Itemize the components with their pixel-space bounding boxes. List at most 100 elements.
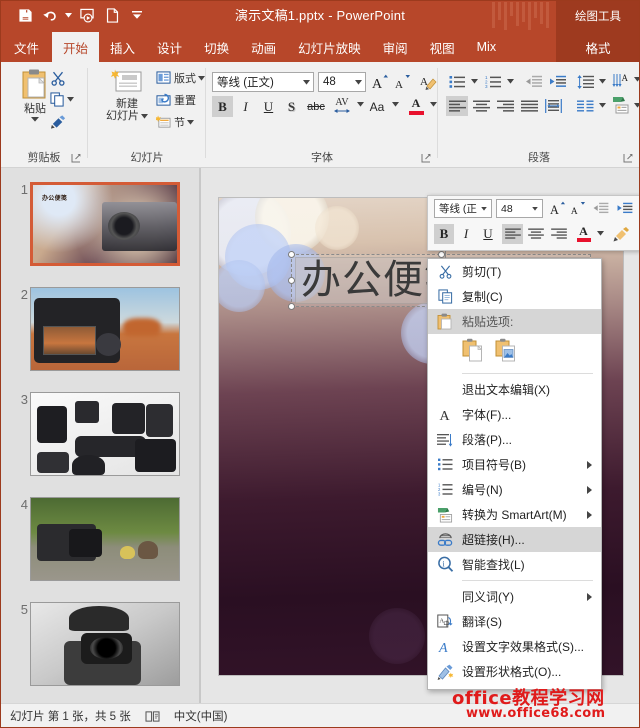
justify-button[interactable] xyxy=(518,96,540,116)
bullets-button[interactable] xyxy=(446,72,468,92)
clear-formatting-button[interactable]: A xyxy=(418,72,438,92)
line-spacing-dropdown-icon[interactable] xyxy=(599,79,606,84)
mini-increase-font-size-button[interactable]: A xyxy=(548,199,567,218)
strikethrough-button[interactable]: abc xyxy=(304,96,328,117)
tab-insert[interactable]: 插入 xyxy=(99,32,146,62)
menu-item-exit-text-edit[interactable]: 退出文本编辑(X) xyxy=(428,377,601,402)
copy-dropdown-icon[interactable] xyxy=(67,97,74,102)
paragraph-dialog-launcher[interactable] xyxy=(623,153,634,164)
bullets-dropdown-icon[interactable] xyxy=(471,79,478,84)
section-dropdown-icon[interactable] xyxy=(187,119,194,125)
mini-font-color-button[interactable]: A xyxy=(574,223,593,244)
columns-button[interactable] xyxy=(574,96,596,116)
tab-mix[interactable]: Mix xyxy=(466,32,507,62)
mini-format-painter-button[interactable] xyxy=(610,224,632,244)
resize-handle-n[interactable] xyxy=(438,251,445,258)
slide-thumbnail-3[interactable] xyxy=(30,392,180,476)
mini-underline-button[interactable]: U xyxy=(478,224,498,244)
new-slide-dropdown-icon[interactable] xyxy=(141,113,148,119)
text-direction-dropdown-icon[interactable] xyxy=(634,77,640,82)
align-right-button[interactable] xyxy=(494,96,516,116)
text-direction-button[interactable]: A xyxy=(610,70,632,90)
font-color-button[interactable]: A xyxy=(406,94,426,117)
mini-bold-button[interactable]: B xyxy=(434,224,454,244)
menu-item-format-text-effects[interactable]: A 设置文字效果格式(S)... xyxy=(428,634,601,659)
tab-slideshow[interactable]: 幻灯片放映 xyxy=(287,32,372,62)
mini-decrease-indent-button[interactable] xyxy=(590,199,611,218)
customize-quick-access-toolbar-icon[interactable] xyxy=(126,3,148,27)
undo-dropdown-icon[interactable] xyxy=(64,3,73,27)
resize-handle-nw[interactable] xyxy=(288,251,295,258)
text-shadow-button[interactable]: S xyxy=(281,96,302,117)
menu-item-format-shape[interactable]: 设置形状格式(O)... xyxy=(428,659,601,684)
numbering-button[interactable]: 1 2 3 xyxy=(482,72,504,92)
menu-item-synonyms[interactable]: 同义词(Y) xyxy=(428,584,601,609)
line-spacing-button[interactable] xyxy=(574,72,596,92)
smartart-dropdown-icon[interactable] xyxy=(634,103,640,108)
align-left-button[interactable] xyxy=(446,96,468,116)
clipboard-dialog-launcher[interactable] xyxy=(71,153,82,164)
tab-home[interactable]: 开始 xyxy=(52,32,100,62)
context-menu[interactable]: 剪切(T) 复制(C) 粘贴选项: 退出文本编辑(X) A 字体(F)... 段… xyxy=(427,258,602,690)
copy-button[interactable] xyxy=(50,92,74,107)
menu-item-copy[interactable]: 复制(C) xyxy=(428,284,601,309)
mini-align-right-button[interactable] xyxy=(548,224,569,244)
mini-font-family-dropdown-icon[interactable] xyxy=(477,200,491,217)
underline-button[interactable]: U xyxy=(258,96,279,117)
save-icon[interactable] xyxy=(14,3,36,27)
font-family-combo[interactable]: 等线 (正文) xyxy=(212,72,314,92)
notes-icon[interactable] xyxy=(145,710,160,723)
mini-align-left-button[interactable] xyxy=(502,224,523,244)
menu-item-translate[interactable]: A 中 翻译(S) xyxy=(428,609,601,634)
menu-item-convert-to-smartart[interactable]: 转换为 SmartArt(M) xyxy=(428,502,601,527)
menu-item-font[interactable]: A 字体(F)... xyxy=(428,402,601,427)
slides-thumbnail-pane[interactable]: 1 办公便笺 2 3 4 5 xyxy=(0,168,200,703)
slide-thumbnail-1[interactable]: 办公便笺 xyxy=(30,182,180,266)
change-case-button[interactable]: Aa xyxy=(366,96,388,117)
slide-thumbnail-2[interactable] xyxy=(30,287,180,371)
cut-button[interactable] xyxy=(50,70,66,86)
font-dialog-launcher[interactable] xyxy=(421,153,432,164)
distributed-align-button[interactable] xyxy=(542,96,564,116)
mini-font-family-combo[interactable]: 等线 (正文 xyxy=(434,199,492,218)
language-status[interactable]: 中文(中国) xyxy=(174,708,228,724)
mini-font-size-dropdown-icon[interactable] xyxy=(528,200,542,217)
start-slideshow-icon[interactable] xyxy=(76,3,98,27)
columns-dropdown-icon[interactable] xyxy=(599,103,606,108)
mini-decrease-font-size-button[interactable]: A xyxy=(568,199,587,218)
new-file-icon[interactable] xyxy=(101,3,123,27)
paste-option-keep-text-only[interactable] xyxy=(462,338,485,367)
mini-align-center-button[interactable] xyxy=(525,224,546,244)
menu-item-cut[interactable]: 剪切(T) xyxy=(428,259,601,284)
tab-design[interactable]: 设计 xyxy=(146,32,193,62)
slide-thumbnail-4[interactable] xyxy=(30,497,180,581)
menu-item-bullets[interactable]: 项目符号(B) xyxy=(428,452,601,477)
resize-handle-sw[interactable] xyxy=(288,303,295,310)
resize-handle-w[interactable] xyxy=(288,277,295,284)
mini-increase-indent-button[interactable] xyxy=(614,199,635,218)
tab-review[interactable]: 审阅 xyxy=(372,32,419,62)
undo-icon[interactable] xyxy=(39,3,61,27)
slide-thumbnail-5[interactable] xyxy=(30,602,180,686)
mini-toolbar[interactable]: 等线 (正文 48 A A xyxy=(427,195,640,251)
tab-format[interactable]: 格式 xyxy=(556,32,640,62)
font-color-dropdown-icon[interactable] xyxy=(430,102,437,107)
numbering-dropdown-icon[interactable] xyxy=(507,79,514,84)
character-spacing-button[interactable]: AV xyxy=(330,94,354,117)
tab-transitions[interactable]: 切换 xyxy=(193,32,240,62)
bold-button[interactable]: B xyxy=(212,96,233,117)
mini-italic-button[interactable]: I xyxy=(456,224,476,244)
mini-font-color-dropdown-icon[interactable] xyxy=(597,231,604,236)
font-family-dropdown-icon[interactable] xyxy=(299,73,313,91)
increase-indent-button[interactable] xyxy=(546,72,568,92)
italic-button[interactable]: I xyxy=(235,96,256,117)
tab-view[interactable]: 视图 xyxy=(419,32,466,62)
menu-item-numbering[interactable]: 1 2 3 编号(N) xyxy=(428,477,601,502)
font-size-combo[interactable]: 48 xyxy=(318,72,366,92)
decrease-font-size-button[interactable]: A xyxy=(392,72,412,92)
section-button[interactable]: 节 xyxy=(156,114,194,130)
mini-font-size-combo[interactable]: 48 xyxy=(496,199,543,218)
font-size-dropdown-icon[interactable] xyxy=(351,73,365,91)
tab-file[interactable]: 文件 xyxy=(0,32,52,62)
character-spacing-dropdown-icon[interactable] xyxy=(357,102,364,107)
